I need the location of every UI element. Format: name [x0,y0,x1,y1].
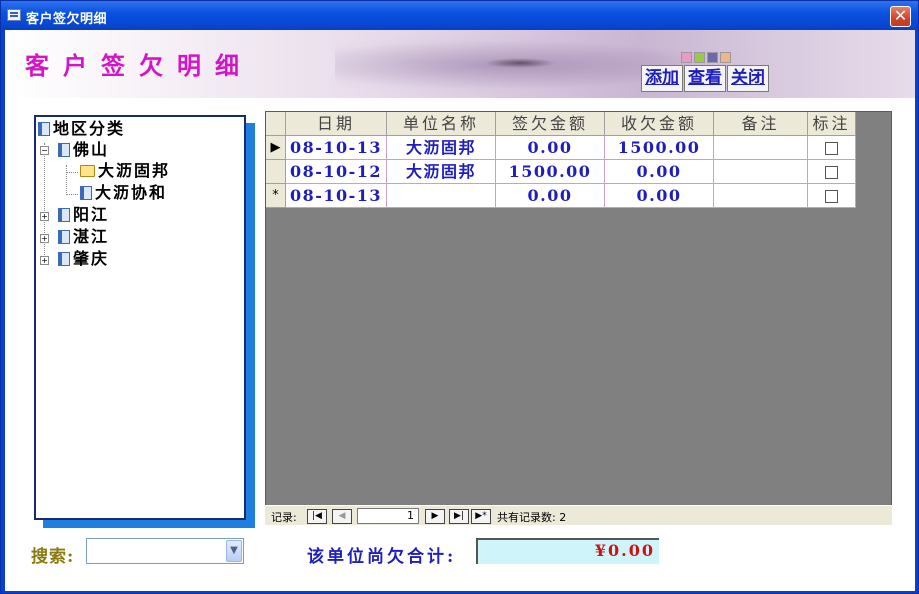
search-combobox[interactable]: ▼ [86,538,244,564]
row-selector-new-icon[interactable]: * [266,184,286,208]
book-icon [58,252,70,266]
column-header[interactable]: 日期 [286,112,387,136]
collapse-icon[interactable]: − [40,146,49,155]
swatch-purple[interactable] [707,52,718,63]
table-row[interactable]: 08-10-12 大沥固邦 1500.00 0.00 [266,160,856,184]
add-button[interactable]: 添加 [641,65,683,92]
record-navigator: 记录: |◀ ◀ 1 ▶ ▶| ▶* 共有记录数: 2 [265,505,892,525]
cell-flag [808,136,856,160]
column-header[interactable]: 签欠金额 [496,112,605,136]
prev-record-icon[interactable]: ◀ [332,509,352,524]
new-record-icon[interactable]: ▶* [471,509,491,524]
tree-item-label: 佛山 [73,140,110,159]
close-window-button[interactable]: ✕ [890,6,911,27]
cell-owed[interactable]: 0.00 [496,136,605,160]
cell-received[interactable]: 0.00 [605,184,714,208]
cell-received[interactable]: 1500.00 [605,136,714,160]
tree-item-dali-xiehe[interactable]: 大沥协和 [80,183,167,203]
column-header[interactable]: 单位名称 [387,112,496,136]
last-record-icon[interactable]: ▶| [449,509,469,524]
cell-unit[interactable]: 大沥固邦 [387,160,496,184]
tree-item-zhaoqing[interactable]: 肇庆 [58,249,109,269]
cell-owed[interactable]: 1500.00 [496,160,605,184]
search-label: 搜索: [31,547,75,567]
cell-note[interactable] [714,160,808,184]
header-corner[interactable] [266,112,286,136]
cell-date[interactable]: 08-10-12 [286,160,387,184]
tree-item-label: 湛江 [73,227,110,246]
title-bar[interactable]: 客户签欠明细 ✕ [1,1,918,30]
first-record-icon[interactable]: |◀ [307,509,327,524]
swatch-green[interactable] [694,52,705,63]
tree-item-foshan[interactable]: 佛山 [58,140,109,160]
cell-received[interactable]: 0.00 [605,160,714,184]
cell-date[interactable]: 08-10-13 [286,184,387,208]
chevron-down-icon[interactable]: ▼ [226,540,242,562]
tree-item-zhanjiang[interactable]: 湛江 [58,227,109,247]
header-banner: 客户签欠明细 [5,30,915,98]
main-window: 客户签欠明细 ✕ 客户签欠明细 添加 查看 关闭 地区分类 − 佛山 大沥固邦 … [0,0,919,594]
tree-root-label: 地区分类 [53,119,126,138]
book-icon [58,143,70,157]
table-row[interactable]: ▶ 08-10-13 大沥固邦 0.00 1500.00 [266,136,856,160]
swatch-peach[interactable] [720,52,731,63]
tree-root[interactable]: 地区分类 [38,119,125,139]
close-button[interactable]: 关闭 [727,65,769,92]
tree-line [44,143,45,261]
cell-date[interactable]: 08-10-13 [286,136,387,160]
column-header[interactable]: 收欠金额 [605,112,714,136]
book-icon [80,186,92,200]
form-body: 客户签欠明细 添加 查看 关闭 地区分类 − 佛山 大沥固邦 大沥协和 + 阳江… [5,30,915,591]
cell-note[interactable] [714,184,808,208]
tree-item-dali-gubang[interactable]: 大沥固邦 [80,161,170,181]
flag-checkbox[interactable] [825,142,838,155]
expand-icon[interactable]: + [40,234,49,243]
cell-flag [808,160,856,184]
balance-value: ¥0.00 [476,538,659,564]
grid-header: 日期 单位名称 签欠金额 收欠金额 备注 标注 [266,112,856,136]
tree-item-label: 阳江 [73,205,110,224]
tree-line [66,194,78,195]
tree-item-label: 大沥协和 [95,183,168,202]
cell-unit[interactable] [387,184,496,208]
tree-item-label: 肇庆 [73,249,110,268]
record-count: 共有记录数: 2 [497,511,567,524]
record-label: 记录: [271,511,297,524]
row-selector-current-icon[interactable]: ▶ [266,136,286,160]
column-header[interactable]: 备注 [714,112,808,136]
cell-flag [808,184,856,208]
balance-label: 该单位尚欠合计: [307,547,457,567]
expand-icon[interactable]: + [40,212,49,221]
tree-line [66,172,78,173]
flag-checkbox[interactable] [825,166,838,179]
toolbar: 添加 查看 关闭 [641,65,770,92]
view-button[interactable]: 查看 [684,65,726,92]
next-record-icon[interactable]: ▶ [425,509,445,524]
row-selector[interactable] [266,160,286,184]
tree-item-yangjiang[interactable]: 阳江 [58,205,109,225]
book-icon [38,122,50,136]
records-grid[interactable]: 日期 单位名称 签欠金额 收欠金额 备注 标注 ▶ 08-10-13 大沥固邦 … [265,111,892,524]
expand-icon[interactable]: + [40,256,49,265]
swatch-pink[interactable] [681,52,692,63]
tree-item-label: 大沥固邦 [98,161,171,180]
cell-note[interactable] [714,136,808,160]
cell-owed[interactable]: 0.00 [496,184,605,208]
region-tree[interactable]: 地区分类 − 佛山 大沥固邦 大沥协和 + 阳江 + 湛江 + 肇庆 [34,115,246,520]
flag-checkbox[interactable] [825,190,838,203]
window-title: 客户签欠明细 [26,12,108,27]
page-title: 客户签欠明细 [25,51,253,80]
record-number-field[interactable]: 1 [357,508,419,524]
column-header[interactable]: 标注 [808,112,856,136]
tree-line [66,165,67,195]
cell-unit[interactable]: 大沥固邦 [387,136,496,160]
book-icon [58,208,70,222]
book-icon [58,230,70,244]
folder-open-icon [80,165,95,177]
form-icon [7,9,21,21]
table-row-new[interactable]: * 08-10-13 0.00 0.00 [266,184,856,208]
